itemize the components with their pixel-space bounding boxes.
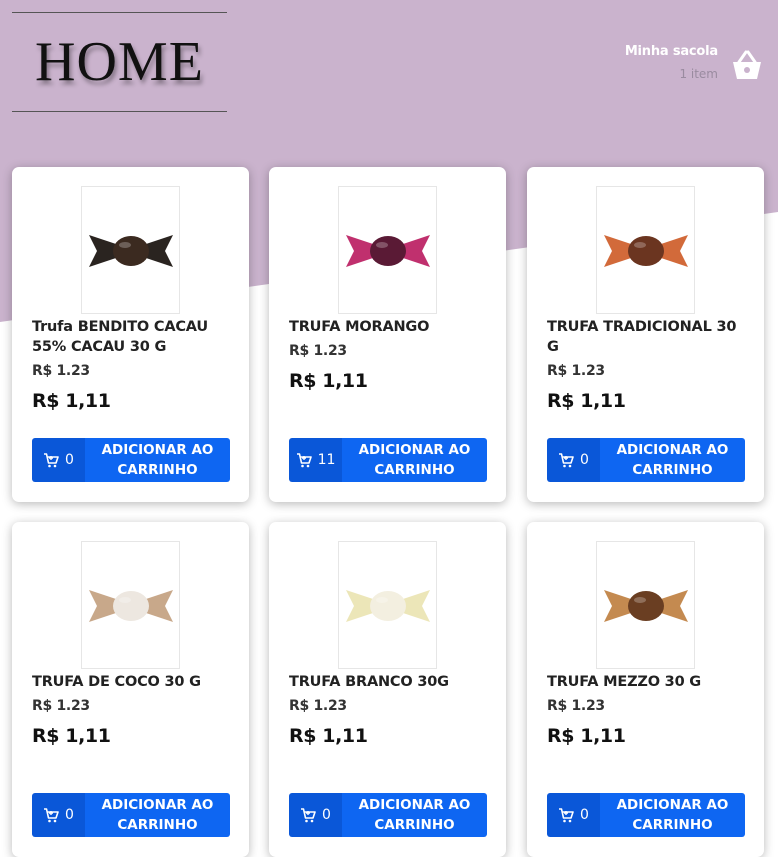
add-to-cart-button[interactable]: 0 ADICIONAR AO CARRINHO — [32, 438, 230, 482]
add-to-cart-button[interactable]: 11 ADICIONAR AO CARRINHO — [289, 438, 487, 482]
product-name: Trufa BENDITO CACAU 55% CACAU 30 G R$ 1.… — [32, 317, 232, 411]
product-card: TRUFA MEZZO 30 G R$ 1.23 R$ 1,11 0 ADICI… — [527, 522, 764, 857]
product-title: TRUFA MEZZO 30 G — [547, 674, 702, 690]
truffle-icon — [88, 235, 173, 267]
add-to-cart-label: ADICIONAR AO CARRINHO — [600, 438, 745, 482]
product-name: TRUFA BRANCO 30G R$ 1.23 R$ 1,11 — [289, 672, 489, 746]
product-image[interactable] — [596, 541, 695, 669]
product-name: TRUFA DE COCO 30 G R$ 1.23 R$ 1,11 — [32, 672, 232, 746]
truffle-icon — [603, 235, 688, 267]
product-price: R$ 1,11 — [547, 390, 626, 412]
home-logo[interactable]: HOME — [12, 12, 227, 112]
quantity-value: 11 — [317, 452, 336, 468]
product-unit-price: R$ 1.23 — [547, 698, 605, 714]
product-unit-price: R$ 1.23 — [32, 698, 90, 714]
quantity-value: 0 — [580, 807, 589, 823]
quantity-value: 0 — [65, 807, 74, 823]
cart-quantity[interactable]: 0 — [547, 438, 600, 482]
cart-quantity[interactable]: 0 — [32, 438, 85, 482]
truffle-icon — [603, 590, 688, 622]
product-title: Trufa BENDITO CACAU 55% CACAU 30 G — [32, 319, 208, 355]
product-price: R$ 1,11 — [32, 390, 111, 412]
product-image[interactable] — [81, 541, 180, 669]
product-unit-price: R$ 1.23 — [289, 343, 347, 359]
logo-text: HOME — [35, 31, 204, 93]
product-price: R$ 1,11 — [289, 370, 368, 392]
cart-quantity[interactable]: 0 — [289, 793, 342, 837]
quantity-value: 0 — [322, 807, 331, 823]
quantity-value: 0 — [65, 452, 74, 468]
product-card: TRUFA MORANGO R$ 1.23 R$ 1,11 11 ADICION… — [269, 167, 506, 502]
product-name: TRUFA MEZZO 30 G R$ 1.23 R$ 1,11 — [547, 672, 747, 746]
cart-icon — [559, 452, 574, 467]
product-price: R$ 1,11 — [547, 725, 626, 747]
product-name: TRUFA MORANGO R$ 1.23 R$ 1,11 — [289, 317, 489, 391]
add-to-cart-label: ADICIONAR AO CARRINHO — [85, 438, 230, 482]
truffle-icon — [345, 590, 430, 622]
bag-count: 1 item — [679, 67, 718, 81]
bag-info: Minha sacola 1 item — [625, 44, 718, 81]
product-card: Trufa BENDITO CACAU 55% CACAU 30 G R$ 1.… — [12, 167, 249, 502]
add-to-cart-button[interactable]: 0 ADICIONAR AO CARRINHO — [547, 438, 745, 482]
cart-icon — [296, 452, 312, 467]
truffle-icon — [88, 590, 173, 622]
cart-icon — [559, 807, 574, 822]
product-name: TRUFA TRADICIONAL 30 G R$ 1.23 R$ 1,11 — [547, 317, 747, 411]
product-title: TRUFA TRADICIONAL 30 G — [547, 319, 737, 355]
product-image[interactable] — [81, 186, 180, 314]
truffle-icon — [345, 235, 430, 267]
add-to-cart-label: ADICIONAR AO CARRINHO — [342, 438, 487, 482]
add-to-cart-button[interactable]: 0 ADICIONAR AO CARRINHO — [547, 793, 745, 837]
cart-quantity[interactable]: 0 — [547, 793, 600, 837]
add-to-cart-label: ADICIONAR AO CARRINHO — [342, 793, 487, 837]
cart-icon — [301, 807, 316, 822]
cart-icon — [44, 807, 59, 822]
product-unit-price: R$ 1.23 — [547, 363, 605, 379]
product-card: TRUFA BRANCO 30G R$ 1.23 R$ 1,11 0 ADICI… — [269, 522, 506, 857]
product-price: R$ 1,11 — [289, 725, 368, 747]
add-to-cart-label: ADICIONAR AO CARRINHO — [85, 793, 230, 837]
product-unit-price: R$ 1.23 — [289, 698, 347, 714]
product-image[interactable] — [338, 541, 437, 669]
product-image[interactable] — [338, 186, 437, 314]
add-to-cart-label: ADICIONAR AO CARRINHO — [600, 793, 745, 837]
cart-quantity[interactable]: 11 — [289, 438, 342, 482]
product-title: TRUFA MORANGO — [289, 319, 430, 335]
product-unit-price: R$ 1.23 — [32, 363, 90, 379]
basket-icon[interactable] — [730, 48, 764, 82]
product-card: TRUFA DE COCO 30 G R$ 1.23 R$ 1,11 0 ADI… — [12, 522, 249, 857]
bag-title: Minha sacola — [624, 44, 718, 59]
product-price: R$ 1,11 — [32, 725, 111, 747]
cart-icon — [44, 452, 59, 467]
cart-quantity[interactable]: 0 — [32, 793, 85, 837]
product-image[interactable] — [596, 186, 695, 314]
quantity-value: 0 — [580, 452, 589, 468]
add-to-cart-button[interactable]: 0 ADICIONAR AO CARRINHO — [289, 793, 487, 837]
product-card: TRUFA TRADICIONAL 30 G R$ 1.23 R$ 1,11 0… — [527, 167, 764, 502]
product-title: TRUFA DE COCO 30 G — [32, 674, 201, 690]
product-title: TRUFA BRANCO 30G — [289, 674, 449, 690]
shopping-bag[interactable]: Minha sacola 1 item — [625, 44, 764, 82]
add-to-cart-button[interactable]: 0 ADICIONAR AO CARRINHO — [32, 793, 230, 837]
